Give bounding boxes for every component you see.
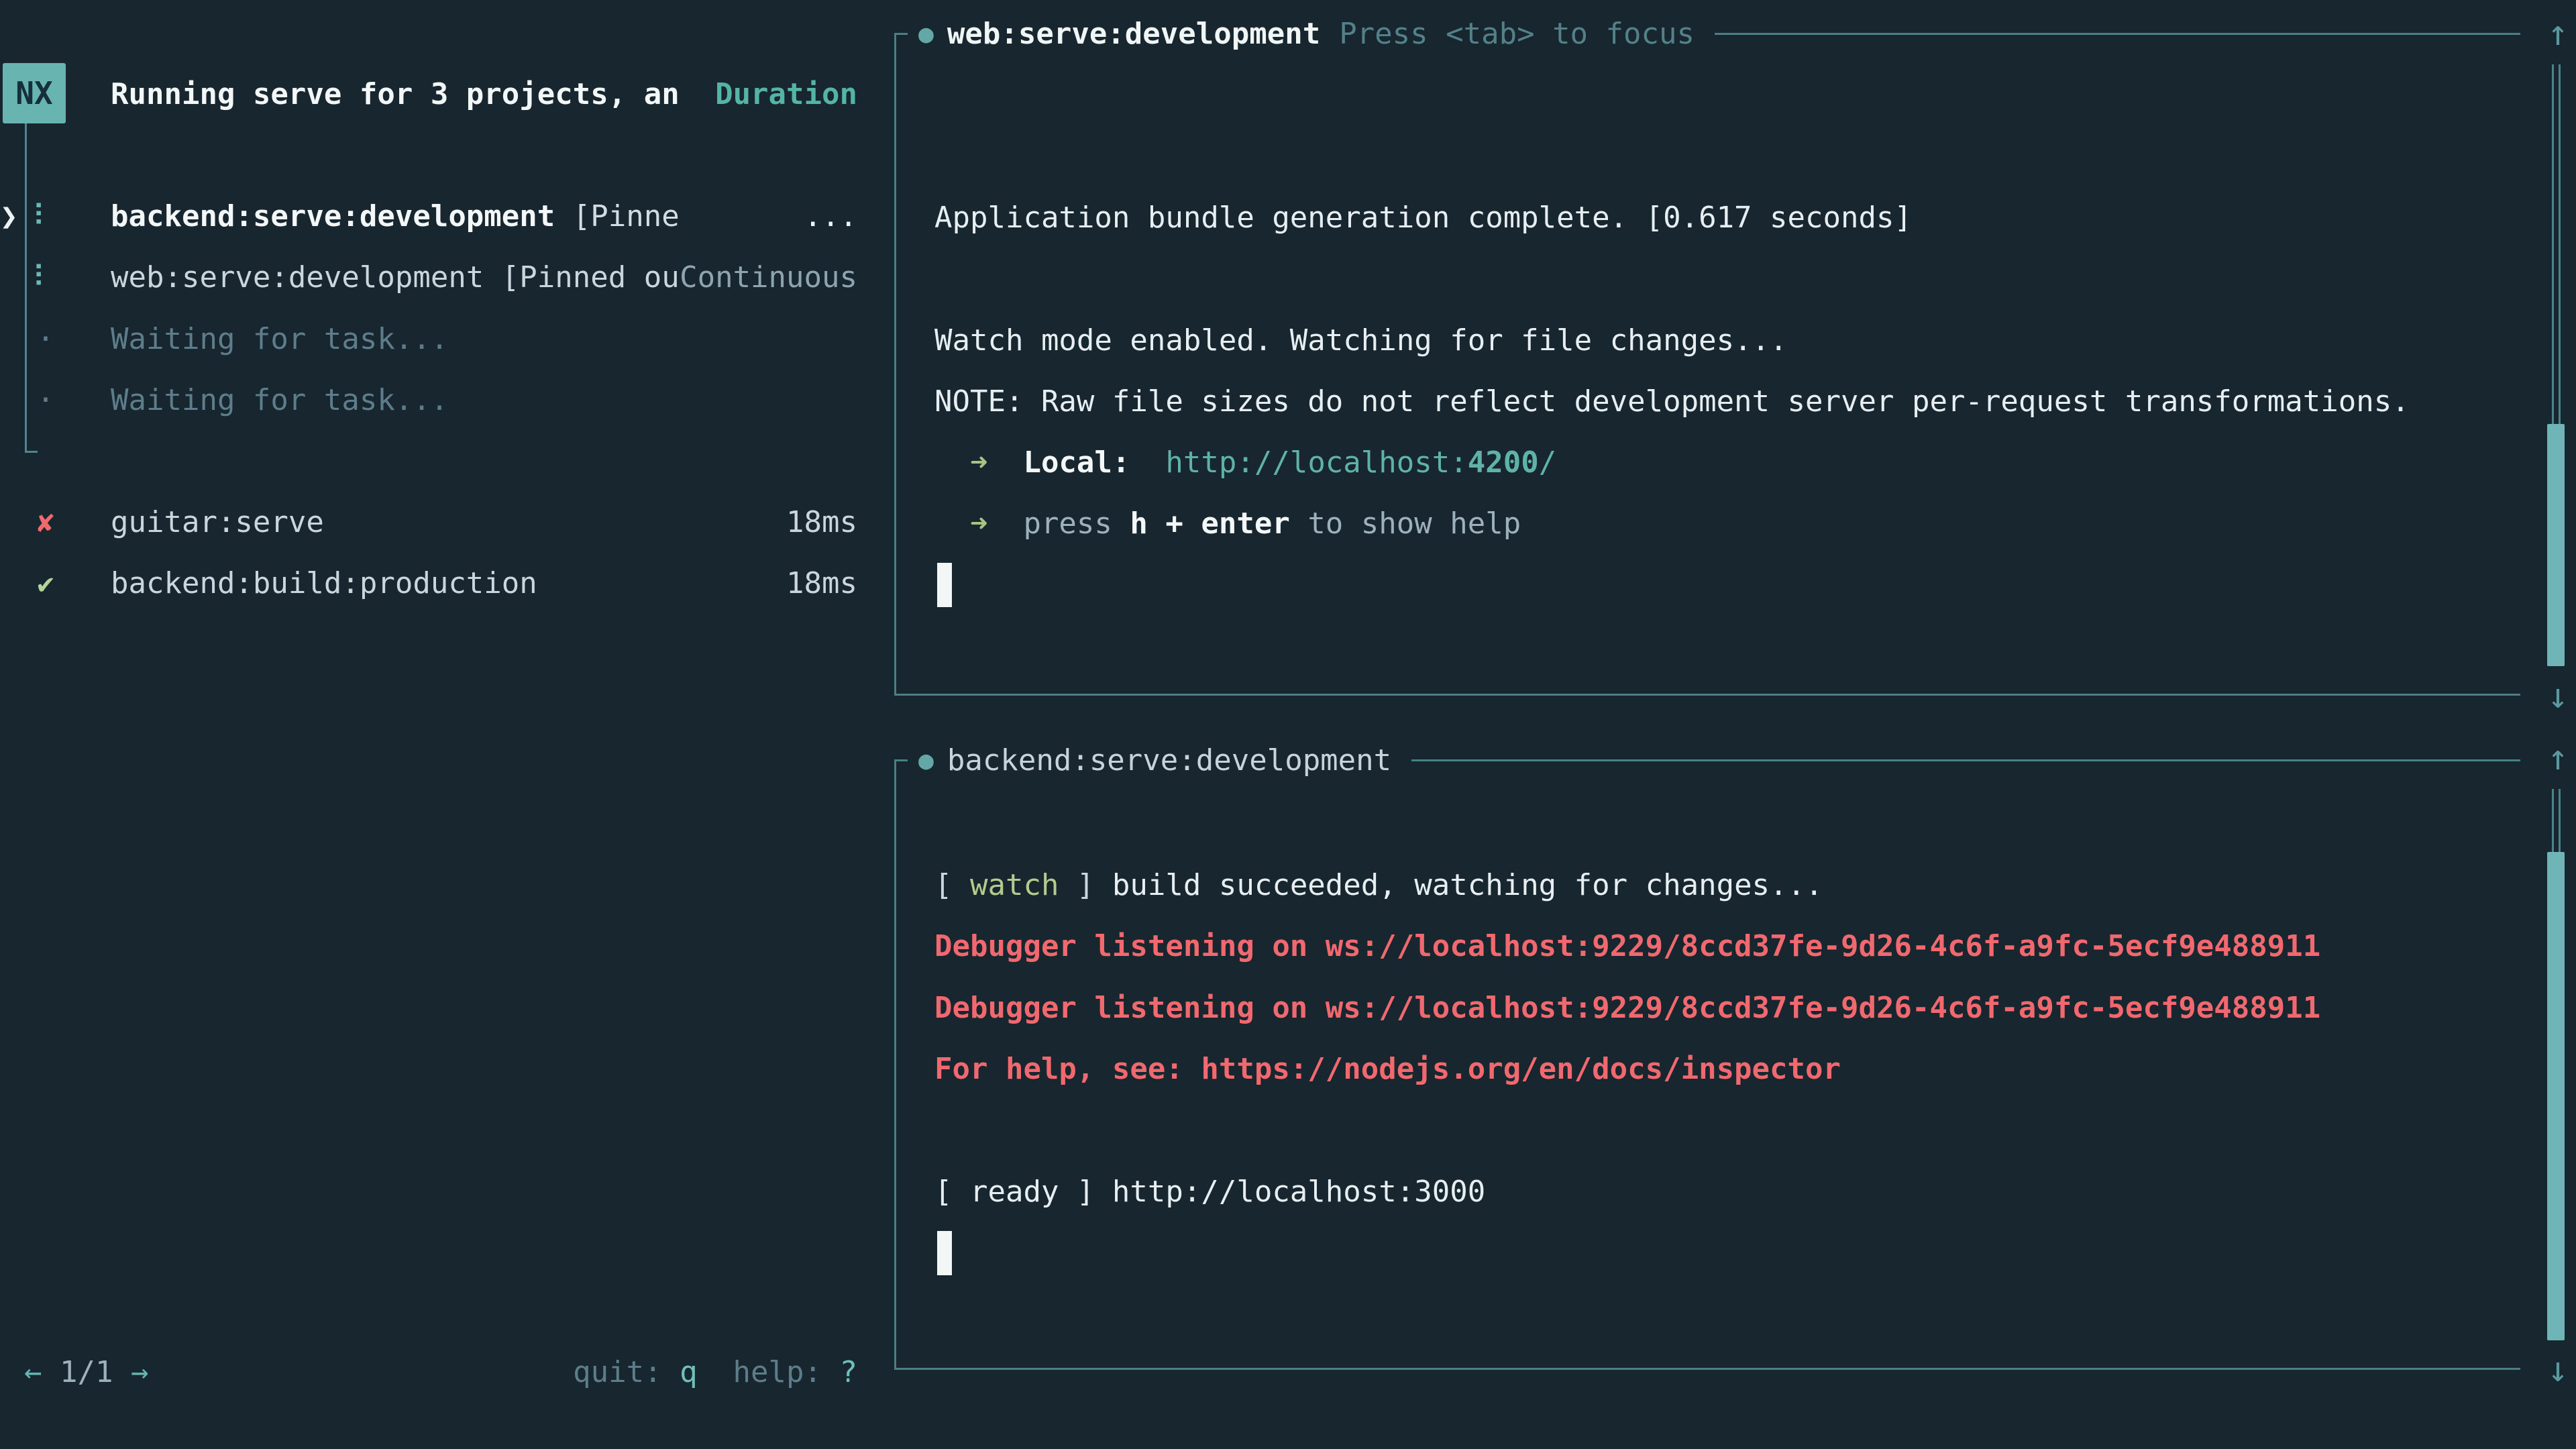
watch-tag: watch xyxy=(970,868,1059,902)
task-name: Waiting for task... xyxy=(111,383,448,417)
running-spinner-icon: ⠇ xyxy=(32,260,54,294)
bracket-close: ] xyxy=(1059,868,1094,902)
task-status-value: Continuous xyxy=(680,260,857,294)
quit-hint-label: quit: xyxy=(573,1355,680,1389)
scrollbar-thumb[interactable] xyxy=(2547,852,2565,1340)
quit-key: q xyxy=(680,1355,698,1389)
pane-title: backend:serve:development xyxy=(947,743,1391,777)
scroll-up-icon[interactable]: ↑ xyxy=(2542,3,2573,64)
scrollbar-thumb[interactable] xyxy=(2547,424,2565,666)
task-duration: 18ms xyxy=(786,566,857,600)
log-line-ready: [ ready ] http://localhost:3000 xyxy=(934,1161,1485,1222)
scroll-up-icon[interactable]: ↑ xyxy=(2542,727,2573,789)
help-key: ? xyxy=(840,1355,858,1389)
scroll-down-icon[interactable]: ↓ xyxy=(2542,1339,2573,1401)
running-bullet-icon: ● xyxy=(918,745,934,775)
local-label: Local: xyxy=(1023,445,1130,480)
help-pre-text: press xyxy=(1023,506,1130,541)
arrow-icon: ➜ xyxy=(934,506,1023,541)
task-list-header: Running serve for 3 projects, an Duratio… xyxy=(0,63,857,125)
help-post-text: to show help xyxy=(1290,506,1521,541)
hint-gap xyxy=(698,1355,733,1389)
task-row-web-serve[interactable]: ⠇ web:serve:development [Pinned ou Conti… xyxy=(0,246,857,308)
task-row-backend-serve[interactable]: ❯ ⠇ backend:serve:development [Pinne ... xyxy=(0,185,857,247)
watch-message: build succeeded, watching for changes... xyxy=(1094,868,1823,902)
log-line-inspector-help: For help, see: https://nodejs.org/en/doc… xyxy=(934,1038,1841,1099)
border-line xyxy=(1715,33,2520,35)
log-line-bundle-complete: Application bundle generation complete. … xyxy=(934,186,1912,248)
output-pane-web-serve[interactable]: ● web:serve:development Press <tab> to f… xyxy=(894,34,2520,696)
log-line-debugger-1: Debugger listening on ws://localhost:922… xyxy=(934,915,2320,977)
page-indicator: 1/1 xyxy=(42,1355,131,1389)
log-line-note: NOTE: Raw file sizes do not reflect deve… xyxy=(934,370,2410,432)
focus-hint: Press <tab> to focus xyxy=(1339,17,1695,51)
page-next-arrow[interactable]: → xyxy=(131,1355,149,1389)
pane-title-bar: ● backend:serve:development xyxy=(894,729,2520,791)
arrow-icon: ➜ xyxy=(934,445,1023,480)
scroll-down-icon[interactable]: ↓ xyxy=(2542,665,2573,727)
pane-title-bar: ● web:serve:development Press <tab> to f… xyxy=(894,3,2520,64)
duration-column-header: Duration xyxy=(715,77,857,111)
border-segment xyxy=(894,759,908,761)
terminal-cursor xyxy=(937,1231,952,1275)
task-name: guitar:serve xyxy=(111,505,324,539)
running-bullet-icon: ● xyxy=(918,19,934,48)
log-line-debugger-2: Debugger listening on ws://localhost:922… xyxy=(934,977,2320,1038)
help-hint-label: help: xyxy=(733,1355,840,1389)
task-row-backend-build[interactable]: ✔ backend:build:production 18ms xyxy=(0,552,857,614)
pane-title: web:serve:development xyxy=(947,17,1320,51)
gap xyxy=(1130,445,1165,480)
terminal-cursor xyxy=(937,563,952,607)
task-name-suffix: [Pinne xyxy=(555,199,679,233)
task-list-title: Running serve for 3 projects, an xyxy=(111,77,680,111)
waiting-dot-icon: · xyxy=(30,322,62,356)
success-icon: ✔ xyxy=(30,567,62,600)
nx-tui-screen: NX Running serve for 3 projects, an Dura… xyxy=(0,0,2576,1449)
log-line-build-succeeded: [ watch ] build succeeded, watching for … xyxy=(934,854,1823,916)
task-list-footer: ← 1/1 → quit: q help: ? xyxy=(0,1341,857,1403)
task-row-waiting-2[interactable]: · Waiting for task... xyxy=(0,369,857,431)
output-pane-backend-serve[interactable]: ● backend:serve:development [ watch ] bu… xyxy=(894,760,2520,1370)
border-segment xyxy=(894,33,908,35)
scrollbar-track[interactable] xyxy=(2552,64,2561,424)
task-name-suffix: [Pinned ou xyxy=(484,260,679,294)
scrollbar-track[interactable] xyxy=(2552,789,2561,852)
border-line xyxy=(1411,759,2520,761)
task-row-guitar-serve[interactable]: ✘ guitar:serve 18ms xyxy=(0,491,857,553)
task-status-value: ... xyxy=(804,199,857,233)
task-name: backend:serve:development xyxy=(111,199,555,233)
task-name: web:serve:development xyxy=(111,260,484,294)
log-line-watch-mode: Watch mode enabled. Watching for file ch… xyxy=(934,309,1788,371)
running-spinner-icon: ⠇ xyxy=(32,199,54,233)
help-keys: h + enter xyxy=(1130,506,1289,541)
failed-icon: ✘ xyxy=(30,506,62,539)
waiting-dot-icon: · xyxy=(30,383,62,417)
task-duration: 18ms xyxy=(786,505,857,539)
log-line-help-hint: ➜ press h + enter to show help xyxy=(934,492,1521,554)
task-row-waiting-1[interactable]: · Waiting for task... xyxy=(0,308,857,370)
bracket-open: [ xyxy=(934,868,970,902)
log-line-local-url: ➜ Local: http://localhost:4200/ xyxy=(934,431,1556,493)
selected-caret-icon: ❯ xyxy=(0,199,18,233)
task-name: Waiting for task... xyxy=(111,322,448,356)
task-name: backend:build:production xyxy=(111,566,537,600)
page-prev-arrow[interactable]: ← xyxy=(24,1355,42,1389)
localhost-4200-link[interactable]: http://localhost:4200/ xyxy=(1165,445,1556,480)
